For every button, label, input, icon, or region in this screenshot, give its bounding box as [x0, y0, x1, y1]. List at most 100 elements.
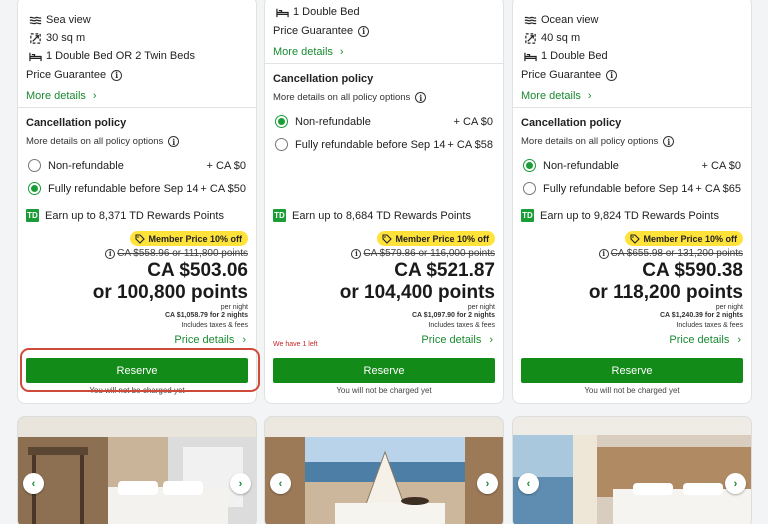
option-price: + CA $65	[695, 182, 741, 195]
price-details-label: Price details	[421, 334, 482, 346]
policy-options-link[interactable]: More details on all policy options i	[521, 136, 675, 147]
room-card-1: Sea view 30 sq m 1 Double Bed OR 2 Twin …	[17, 0, 257, 404]
option-non-refundable[interactable]: Non-refundable + CA $0	[28, 159, 246, 172]
feature-ocean-view: Ocean view	[523, 13, 598, 27]
radio-button-selected[interactable]	[523, 159, 536, 172]
option-non-refundable[interactable]: Non-refundable + CA $0	[523, 159, 741, 172]
td-rewards: TD Earn up to 9,824 TD Rewards Points	[521, 209, 719, 222]
info-icon[interactable]: i	[351, 248, 362, 259]
rewards-text: Earn up to 9,824 TD Rewards Points	[540, 209, 719, 222]
info-icon[interactable]: i	[598, 248, 609, 259]
option-fully-refundable[interactable]: Fully refundable before Sep 14 + CA $50	[28, 182, 246, 195]
policy-options-link[interactable]: More details on all policy options i	[273, 92, 427, 103]
original-price: i CA $558.96 or 111,800 points	[105, 248, 248, 259]
original-price-text: CA $655.98 or 131,200 points	[610, 248, 743, 259]
more-details-link[interactable]: More details ›	[273, 46, 344, 58]
radio-button[interactable]	[28, 159, 41, 172]
tag-icon	[630, 233, 641, 244]
td-rewards: TD Earn up to 8,684 TD Rewards Points	[273, 209, 471, 222]
room-card-3: Ocean view 40 sq m 1 Double Bed Price Gu…	[512, 0, 752, 404]
chevron-left-icon: ‹	[31, 477, 36, 490]
info-icon[interactable]: i	[606, 69, 618, 81]
cancellation-policy-title: Cancellation policy	[521, 117, 622, 129]
next-photo-button[interactable]: ›	[725, 473, 746, 494]
info-icon[interactable]: i	[105, 248, 116, 259]
previous-photo-button[interactable]: ‹	[23, 473, 44, 494]
rewards-text: Earn up to 8,371 TD Rewards Points	[45, 209, 224, 222]
feature-bed: 1 Double Bed	[523, 49, 608, 63]
room-photo-1[interactable]: ‹ ›	[17, 416, 257, 524]
feature-label: Ocean view	[541, 14, 599, 26]
feature-label: 30 sq m	[46, 32, 86, 44]
price-details-label: Price details	[174, 334, 235, 346]
badge-label: Member Price 10% off	[395, 233, 489, 244]
taxes-note: Includes taxes & fees	[428, 322, 495, 329]
bedroom-image	[513, 417, 751, 524]
scarcity-note: We have 1 left	[273, 341, 318, 348]
option-label: Non-refundable	[295, 115, 371, 128]
room-card-2: 1 Double Bed Price Guarantee i More deta…	[264, 0, 504, 404]
more-details-link[interactable]: More details ›	[521, 90, 592, 102]
original-price: i CA $655.98 or 131,200 points	[598, 248, 743, 259]
total-price: CA $1,240.39 for 2 nights	[660, 312, 743, 319]
no-charge-note: You will not be charged yet	[584, 386, 680, 395]
option-price: + CA $58	[447, 138, 493, 151]
price-guarantee[interactable]: Price Guarantee i	[26, 69, 123, 81]
price-details-link[interactable]: Price details ›	[669, 334, 741, 346]
room-photo-3[interactable]: ‹ ›	[512, 416, 752, 524]
radio-button[interactable]	[275, 138, 288, 151]
radio-button[interactable]	[523, 182, 536, 195]
chevron-right-icon: ›	[242, 334, 246, 346]
td-logo-icon: TD	[26, 209, 39, 222]
price-guarantee-label: Price Guarantee	[273, 25, 354, 37]
option-label: Non-refundable	[48, 159, 124, 172]
info-icon[interactable]: i	[663, 136, 675, 147]
feature-area: 30 sq m	[28, 31, 85, 45]
price-details-link[interactable]: Price details ›	[421, 334, 493, 346]
more-details-label: More details	[273, 46, 333, 58]
feature-label: Sea view	[46, 14, 91, 26]
divider	[513, 107, 751, 108]
info-icon[interactable]: i	[358, 25, 370, 37]
radio-button-selected[interactable]	[275, 115, 288, 128]
reserve-button[interactable]: Reserve	[521, 358, 743, 383]
price: CA $503.06	[147, 260, 248, 281]
feature-label: 1 Double Bed	[293, 6, 360, 18]
reserve-button[interactable]: Reserve	[273, 358, 495, 383]
more-details-link[interactable]: More details ›	[26, 90, 97, 102]
previous-photo-button[interactable]: ‹	[270, 473, 291, 494]
option-fully-refundable[interactable]: Fully refundable before Sep 14 + CA $58	[275, 138, 493, 151]
divider	[18, 107, 256, 108]
price-guarantee[interactable]: Price Guarantee i	[273, 25, 370, 37]
info-icon[interactable]: i	[111, 69, 123, 81]
chevron-right-icon: ›	[238, 477, 243, 490]
room-photo-2[interactable]: ‹ ›	[264, 416, 504, 524]
original-price-text: CA $579.86 or 116,000 points	[363, 248, 495, 259]
price-points: or 118,200 points	[588, 282, 743, 303]
chevron-right-icon: ›	[485, 477, 490, 490]
cancellation-policy-title: Cancellation policy	[273, 73, 374, 85]
info-icon[interactable]: i	[168, 136, 180, 147]
policy-options-link[interactable]: More details on all policy options i	[26, 136, 180, 147]
taxes-note: Includes taxes & fees	[181, 322, 248, 329]
info-icon[interactable]: i	[415, 92, 427, 103]
option-non-refundable[interactable]: Non-refundable + CA $0	[275, 115, 493, 128]
tag-icon	[382, 233, 393, 244]
next-photo-button[interactable]: ›	[230, 473, 251, 494]
price-guarantee[interactable]: Price Guarantee i	[521, 69, 618, 81]
price: CA $590.38	[642, 260, 743, 281]
previous-photo-button[interactable]: ‹	[518, 473, 539, 494]
bed-icon	[28, 49, 42, 63]
radio-button-selected[interactable]	[28, 182, 41, 195]
next-photo-button[interactable]: ›	[477, 473, 498, 494]
more-details-label: More details	[26, 90, 86, 102]
price-details-label: Price details	[669, 334, 730, 346]
badge-label: Member Price 10% off	[148, 233, 242, 244]
feature-label: 1 Double Bed OR 2 Twin Beds	[46, 50, 195, 62]
feature-bed: 1 Double Bed	[275, 5, 360, 19]
option-fully-refundable[interactable]: Fully refundable before Sep 14 + CA $65	[523, 182, 741, 195]
price-points: or 100,800 points	[92, 282, 248, 303]
per-night-label: per night	[715, 304, 743, 311]
price-details-link[interactable]: Price details ›	[174, 334, 246, 346]
option-label: Fully refundable before Sep 14	[295, 138, 446, 151]
